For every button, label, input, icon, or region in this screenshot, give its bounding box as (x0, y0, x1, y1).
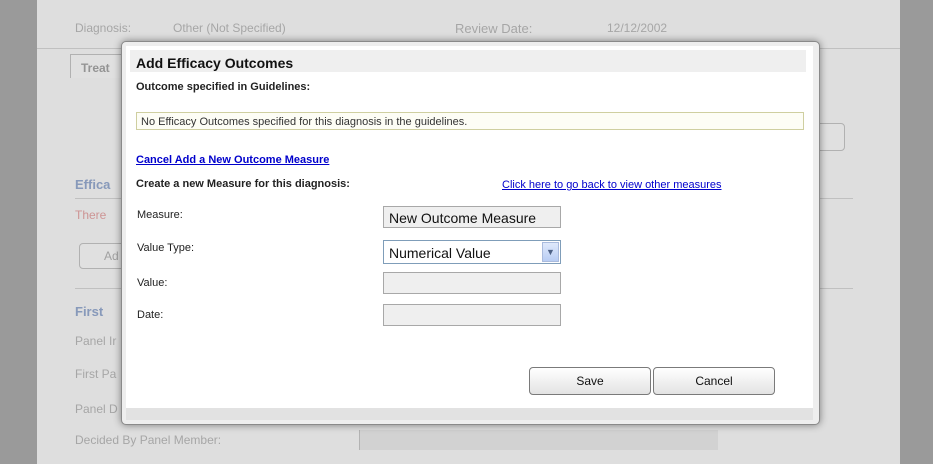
left-gutter (0, 0, 37, 464)
chevron-down-icon[interactable]: ▼ (542, 242, 559, 262)
guidelines-message: No Efficacy Outcomes specified for this … (136, 112, 804, 130)
measure-label: Measure: (137, 209, 183, 221)
value-field[interactable] (383, 272, 561, 294)
date-label: Date: (137, 309, 164, 321)
save-button[interactable]: Save (529, 367, 651, 395)
add-efficacy-outcomes-dialog: Add Efficacy Outcomes Outcome specified … (121, 41, 820, 425)
back-to-measures-link[interactable]: Click here to go back to view other meas… (502, 179, 722, 191)
value-type-selected: Numerical Value (389, 245, 491, 261)
date-field[interactable] (383, 304, 561, 326)
dialog-title: Add Efficacy Outcomes (130, 50, 806, 72)
right-gutter (900, 0, 933, 464)
measure-field[interactable]: New Outcome Measure (383, 206, 561, 228)
cancel-add-outcome-link[interactable]: Cancel Add a New Outcome Measure (136, 154, 329, 166)
cancel-button[interactable]: Cancel (653, 367, 775, 395)
value-label: Value: (137, 277, 168, 289)
value-type-select[interactable]: Numerical Value ▼ (383, 240, 561, 264)
dialog-body: Add Efficacy Outcomes Outcome specified … (126, 46, 813, 408)
value-type-label: Value Type: (137, 242, 195, 254)
guidelines-heading: Outcome specified in Guidelines: (136, 81, 311, 93)
create-measure-heading: Create a new Measure for this diagnosis: (136, 178, 350, 190)
dialog-footer (126, 408, 813, 420)
